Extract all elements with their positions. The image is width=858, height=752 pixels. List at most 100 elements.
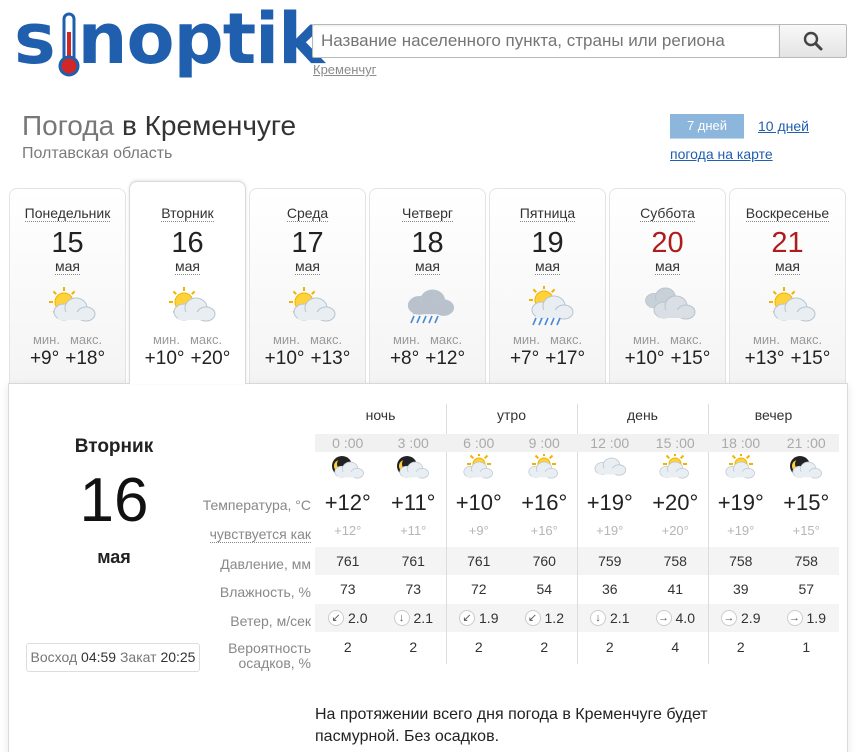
period-label: ночь <box>365 407 396 423</box>
time-cell: 12 :00 <box>577 434 643 452</box>
day-tab-18[interactable]: Четверг 18 мая мин. макс. +8° +12° <box>369 188 486 383</box>
day-tab-17[interactable]: Среда 17 мая мин. макс. +10° +13° <box>249 188 366 383</box>
humidity-value: 73 <box>405 581 422 597</box>
search-icon <box>803 31 823 51</box>
max-temp: +20° <box>190 348 231 369</box>
precip-label: Вероятность осадков, % <box>228 640 311 671</box>
day-month: мая <box>295 258 320 275</box>
max-label: макс. <box>669 332 703 347</box>
day-name: Понедельник <box>24 205 111 222</box>
day-name: Воскресенье <box>745 205 830 222</box>
sinoptik-logo[interactable]: sinoptik <box>14 0 325 84</box>
feels-like-value: +20° <box>661 523 689 538</box>
temperature-value: +11° <box>391 490 436 515</box>
day-name: Четверг <box>401 205 454 222</box>
search-input[interactable] <box>312 24 780 58</box>
temperature-value: +10° <box>455 490 502 515</box>
wind-direction-icon: → <box>721 610 738 626</box>
max-temp: +12° <box>425 348 466 369</box>
humidity-value: 36 <box>601 581 618 597</box>
day-tab-16[interactable]: Вторник 16 мая мин. макс. +10° +20° <box>129 181 246 384</box>
day-month: мая <box>175 258 200 275</box>
temperature-value: +20° <box>652 490 699 515</box>
day-name: Среда <box>286 205 329 222</box>
temperature-label: Температура, °C <box>202 497 311 513</box>
day-tab-21[interactable]: Воскресенье 21 мая мин. макс. +13° +15° <box>729 188 846 383</box>
day-date: 17 <box>291 227 324 259</box>
wind-label: Ветер, м/сек <box>230 613 311 629</box>
max-label: макс. <box>549 332 583 347</box>
day-date: 19 <box>531 227 564 259</box>
wind-value: 2.1 <box>413 610 433 626</box>
weather-map-link[interactable]: погода на карте <box>670 146 773 162</box>
thermometer-icon <box>58 12 80 77</box>
max-label: макс. <box>189 332 223 347</box>
page-title: Погода в Кременчуге <box>22 110 296 142</box>
day-tab-20[interactable]: Суббота 20 мая мин. макс. +10° +15° <box>609 188 726 383</box>
day-name: Вторник <box>161 205 214 222</box>
partly-cloudy-icon <box>158 286 218 330</box>
wind-cell: → 4.0 <box>643 604 709 632</box>
precip-value: 2 <box>540 639 549 655</box>
sunrise-time: 04:59 <box>81 649 117 665</box>
sunrise-label: Восход <box>30 649 78 665</box>
wind-direction-icon: ↙ <box>328 610 345 626</box>
day-date: 16 <box>171 227 204 259</box>
day-name: Суббота <box>640 205 695 222</box>
min-label: мин. <box>392 332 420 347</box>
partly-cloudy-icon <box>278 286 338 330</box>
pressure-value: 761 <box>467 553 491 569</box>
wind-value: 4.0 <box>675 610 695 626</box>
min-temp: +10° <box>624 348 665 369</box>
moon-cloud-icon <box>381 454 447 482</box>
sun-cloud-icon <box>512 454 578 482</box>
recent-city-link[interactable]: Кременчуг <box>313 62 376 77</box>
sun-cloud-icon <box>643 454 709 482</box>
min-label: мин. <box>152 332 180 347</box>
day-tab-19[interactable]: Пятница 19 мая мин. макс. +7° +17° <box>489 188 606 383</box>
max-temp: +18° <box>65 348 106 369</box>
wind-cell: ↓ 2.1 <box>381 604 447 632</box>
humidity-value: 57 <box>798 581 815 597</box>
moon-cloud-icon <box>774 454 840 482</box>
min-temp: +9° <box>29 348 60 369</box>
pressure-value: 761 <box>401 553 425 569</box>
max-label: макс. <box>309 332 343 347</box>
rain-icon <box>398 286 458 330</box>
time-cell: 6 :00 <box>446 434 512 452</box>
pressure-value: 758 <box>729 553 753 569</box>
day-detail-panel: Вторник 16 мая Восход 04:59 Закат 20:25 … <box>8 383 848 752</box>
feels-like-label[interactable]: чувствуется как <box>159 526 311 543</box>
tab-7-days[interactable]: 7 дней <box>670 114 744 138</box>
day-month: мая <box>655 258 680 275</box>
pressure-value: 760 <box>532 553 556 569</box>
region-name: Полтавская область <box>22 145 173 162</box>
day-date: 20 <box>651 227 684 259</box>
min-temp: +10° <box>264 348 305 369</box>
day-date: 21 <box>771 227 804 259</box>
min-label: мин. <box>512 332 540 347</box>
day-tab-15[interactable]: Понедельник 15 мая мин. макс. +9° +18° <box>9 188 126 383</box>
humidity-label: Влажность, % <box>219 584 311 600</box>
temperature-value: +19° <box>717 490 764 515</box>
wind-value: 2.9 <box>741 610 761 626</box>
pressure-value: 759 <box>598 553 622 569</box>
precip-value: 4 <box>671 639 680 655</box>
tab-10-days[interactable]: 10 дней <box>758 118 809 134</box>
period-label: вечер <box>754 407 793 423</box>
precip-value: 2 <box>343 639 352 655</box>
time-cell: 15 :00 <box>642 434 708 452</box>
wind-cell: ↙ 2.0 <box>315 604 381 632</box>
cloudy-icon <box>638 286 698 330</box>
feels-like-value: +15° <box>792 523 820 538</box>
max-temp: +15° <box>790 348 831 369</box>
max-label: макс. <box>69 332 103 347</box>
search-button[interactable] <box>779 24 847 58</box>
temperature-value: +19° <box>586 490 633 515</box>
max-temp: +17° <box>545 348 586 369</box>
partly-cloudy-icon <box>38 286 98 330</box>
wind-cell: → 2.9 <box>708 604 774 632</box>
wind-cell: ↙ 1.2 <box>512 604 578 632</box>
wind-direction-icon: ↙ <box>524 610 541 626</box>
feels-like-value: +16° <box>530 523 558 538</box>
